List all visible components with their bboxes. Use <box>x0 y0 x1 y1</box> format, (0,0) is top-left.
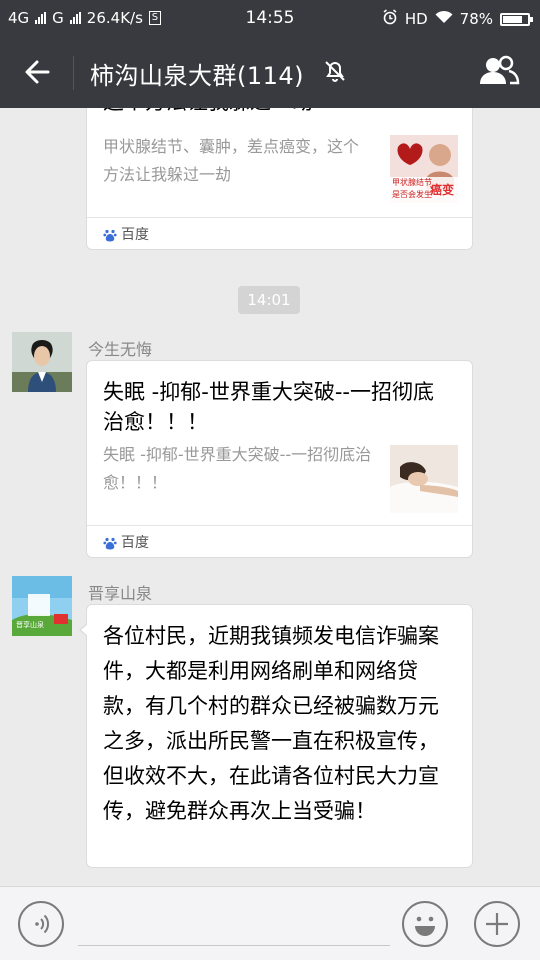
link-card[interactable]: 这个方法让我躲过一劫 甲状腺结节、囊肿，差点癌变，这个方法让我躲过一劫 甲状腺结… <box>86 108 473 250</box>
card-description: 失眠 -抑郁-世界重大突破--一招彻底治愈！！！ <box>103 445 372 492</box>
message-text: 各位村民，近期我镇频发电信诈骗案件，大都是利用网络刷单和网络贷款，有几个村的群众… <box>103 624 439 823</box>
plus-icon <box>486 913 508 935</box>
back-arrow-icon <box>25 60 50 84</box>
baidu-paw-icon <box>103 535 117 554</box>
thumb-caption-1: 甲状腺结节 <box>392 178 432 187</box>
battery-fill <box>503 15 522 23</box>
baidu-paw-icon <box>103 227 117 246</box>
avatar-caption: 晋享山泉 <box>16 621 44 629</box>
card-source: 百度 <box>87 217 472 250</box>
sender-name: 今生无悔 <box>88 340 153 359</box>
back-button[interactable] <box>20 54 56 90</box>
card-source: 百度 <box>87 525 472 558</box>
mute-icon <box>322 58 348 88</box>
chat-header: 柿沟山泉大群(114) <box>0 36 540 108</box>
battery-icon <box>500 12 533 26</box>
card-source-label: 百度 <box>121 227 149 243</box>
emoji-icon <box>415 916 435 936</box>
avatar-photo <box>12 332 72 392</box>
card-description: 甲状腺结节、囊肿，差点癌变，这个方法让我躲过一劫 <box>103 137 360 184</box>
header-divider <box>73 56 74 90</box>
voice-icon <box>35 914 49 934</box>
battery-percent: 78% <box>459 10 493 28</box>
wifi-icon <box>435 10 453 28</box>
chat-area[interactable]: 这个方法让我躲过一劫 甲状腺结节、囊肿，差点癌变，这个方法让我躲过一劫 甲状腺结… <box>0 108 540 886</box>
card-thumbnail: 甲状腺结节 是否会发生 癌变 <box>390 135 458 203</box>
thumb-caption-3: 癌变 <box>430 183 455 197</box>
card-thumbnail <box>390 445 458 513</box>
avatar[interactable]: 晋享山泉 <box>12 576 72 636</box>
chat-title: 柿沟山泉大群(114) <box>90 62 305 90</box>
sender-name: 晋享山泉 <box>88 584 153 603</box>
card-title: 失眠 -抑郁-世界重大突破--一招彻底治愈！！！ <box>103 380 434 434</box>
message-bubble[interactable]: 各位村民，近期我镇频发电信诈骗案件，大都是利用网络刷单和网络贷款，有几个村的群众… <box>79 604 473 868</box>
status-bar: 4G G 26.4K/s S 14:55 HD 78% <box>0 0 540 36</box>
more-button[interactable] <box>474 901 520 947</box>
card-source-label: 百度 <box>121 535 149 551</box>
emoji-button[interactable] <box>402 901 448 947</box>
avatar[interactable] <box>12 332 72 392</box>
thumb-caption-2: 是否会发生 <box>392 190 432 199</box>
group-members-button[interactable] <box>478 52 520 96</box>
sleeping-woman-image <box>390 445 458 513</box>
alarm-icon <box>382 9 398 29</box>
timestamp: 14:01 <box>238 286 300 314</box>
input-bar <box>0 886 540 960</box>
link-card[interactable]: 失眠 -抑郁-世界重大突破--一招彻底治愈！！！ 失眠 -抑郁-世界重大突破--… <box>86 360 473 558</box>
voice-button[interactable] <box>18 901 64 947</box>
hd-label: HD <box>404 10 428 28</box>
people-icon <box>480 55 520 85</box>
message-input[interactable] <box>78 945 390 946</box>
card-title: 这个方法让我躲过一劫 <box>103 108 452 117</box>
